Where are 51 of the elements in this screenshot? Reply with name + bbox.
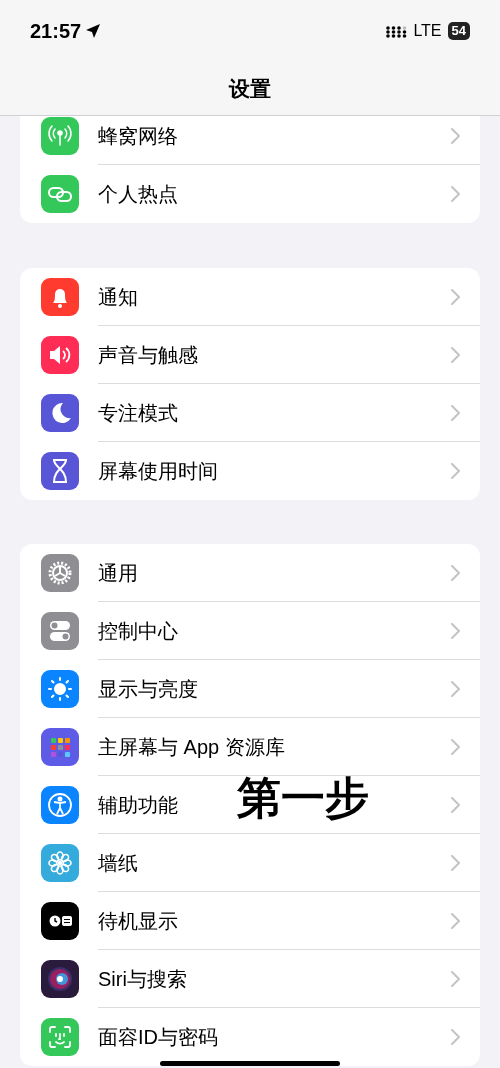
settings-item[interactable]: 辅助功能	[98, 789, 178, 820]
settings-item[interactable]: 通用	[98, 557, 138, 588]
chevron-icon	[451, 288, 460, 305]
chevron-icon	[451, 622, 460, 639]
chevron-icon	[451, 346, 460, 363]
annotation-text: 第一步	[237, 776, 369, 820]
settings-item[interactable]: 通知	[98, 281, 138, 312]
hourglass-icon	[41, 452, 79, 490]
settings-item[interactable]: 显示与亮度	[98, 673, 198, 704]
chevron-icon	[451, 463, 460, 479]
battery-indicator: 54	[447, 22, 470, 40]
chevron-icon	[451, 970, 460, 987]
chevron-icon	[451, 912, 460, 929]
gear-icon	[41, 554, 79, 592]
chevron-icon	[451, 564, 460, 581]
flower-icon	[41, 844, 79, 882]
grid-icon	[41, 728, 79, 766]
face-icon	[41, 1018, 79, 1056]
signal-icon	[385, 24, 408, 38]
settings-item[interactable]: 待机显示	[98, 905, 178, 936]
settings-item[interactable]: 专注模式	[98, 397, 178, 428]
chevron-icon	[451, 796, 460, 813]
settings-item[interactable]: 声音与触感	[98, 339, 198, 370]
settings-item[interactable]: Siri与搜索	[98, 963, 187, 994]
chevron-icon	[451, 738, 460, 755]
settings-item[interactable]: 个人热点	[98, 179, 178, 209]
settings-item[interactable]: 屏幕使用时间	[98, 456, 218, 486]
clock-icon	[41, 902, 79, 940]
settings-item[interactable]: 蜂窝网络	[98, 120, 178, 151]
settings-item[interactable]: 墙纸	[98, 847, 138, 878]
toggles-icon	[41, 612, 79, 650]
orb-icon	[41, 960, 79, 998]
chevron-icon	[451, 127, 460, 144]
status-time: 21:57	[30, 19, 82, 44]
settings-item[interactable]: 面容ID与密码	[98, 1022, 218, 1052]
sun-icon	[41, 670, 79, 708]
settings-item[interactable]: 控制中心	[98, 615, 178, 646]
chevron-icon	[451, 404, 460, 421]
network-label: LTE	[413, 21, 442, 41]
page-title: 设置	[229, 75, 271, 102]
settings-item[interactable]: 主屏幕与 App 资源库	[98, 731, 285, 762]
chevron-icon	[451, 854, 460, 871]
location-arrow-icon	[85, 23, 102, 39]
moon-icon	[41, 394, 79, 432]
link-icon	[41, 175, 79, 213]
chevron-icon	[451, 1029, 460, 1045]
person-icon	[41, 786, 79, 824]
chevron-icon	[451, 186, 460, 202]
speaker-icon	[41, 336, 79, 374]
bell-icon	[41, 278, 79, 316]
chevron-icon	[451, 680, 460, 697]
